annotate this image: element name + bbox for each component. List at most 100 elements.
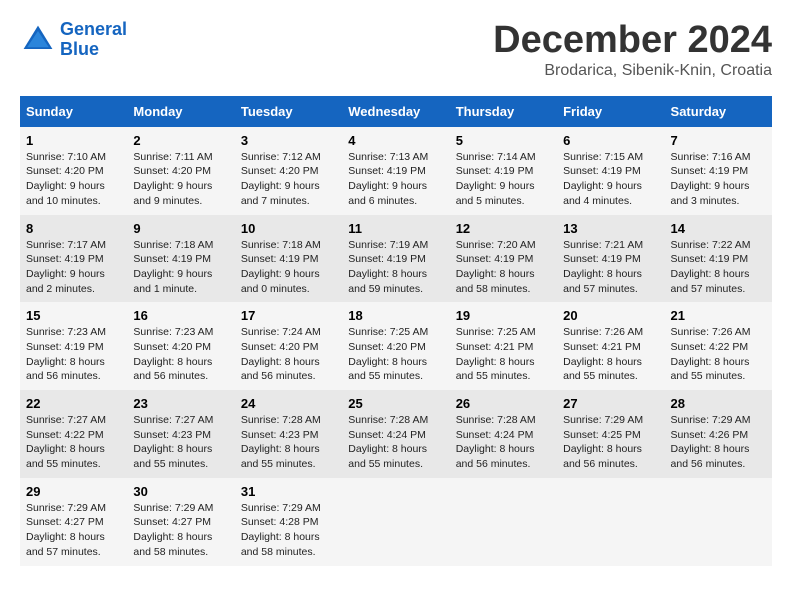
- day-info: Sunrise: 7:28 AMSunset: 4:23 PMDaylight:…: [241, 414, 321, 470]
- day-info: Sunrise: 7:12 AMSunset: 4:20 PMDaylight:…: [241, 151, 321, 207]
- day-number: 29: [26, 484, 121, 499]
- calendar-cell: [342, 478, 449, 566]
- title-area: December 2024 Brodarica, Sibenik-Knin, C…: [493, 20, 772, 80]
- week-row-4: 22 Sunrise: 7:27 AMSunset: 4:22 PMDayligh…: [20, 390, 772, 478]
- day-info: Sunrise: 7:28 AMSunset: 4:24 PMDaylight:…: [348, 414, 428, 470]
- week-row-5: 29 Sunrise: 7:29 AMSunset: 4:27 PMDayligh…: [20, 478, 772, 566]
- calendar-cell: 19Sunrise: 7:25 AMSunset: 4:21 PMDayligh…: [450, 302, 557, 390]
- location-subtitle: Brodarica, Sibenik-Knin, Croatia: [493, 62, 772, 80]
- day-number: 22: [26, 396, 121, 411]
- day-info: Sunrise: 7:16 AMSunset: 4:19 PMDaylight:…: [671, 151, 751, 207]
- day-info: Sunrise: 7:18 AMSunset: 4:19 PMDaylight:…: [241, 239, 321, 295]
- calendar-cell: 3 Sunrise: 7:12 AMSunset: 4:20 PMDaylight…: [235, 127, 342, 215]
- calendar-cell: 7 Sunrise: 7:16 AMSunset: 4:19 PMDaylight…: [665, 127, 772, 215]
- calendar-cell: 1Sunrise: 7:10 AMSunset: 4:20 PMDaylight…: [20, 127, 127, 215]
- calendar-cell: 30 Sunrise: 7:29 AMSunset: 4:27 PMDayligh…: [127, 478, 234, 566]
- day-number: 17: [241, 308, 336, 323]
- day-info: Sunrise: 7:24 AMSunset: 4:20 PMDaylight:…: [241, 326, 321, 382]
- header-row: SundayMondayTuesdayWednesdayThursdayFrid…: [20, 96, 772, 127]
- day-info: Sunrise: 7:29 AMSunset: 4:27 PMDaylight:…: [133, 502, 213, 558]
- calendar-cell: 4Sunrise: 7:13 AMSunset: 4:19 PMDaylight…: [342, 127, 449, 215]
- calendar-table: SundayMondayTuesdayWednesdayThursdayFrid…: [20, 96, 772, 566]
- day-number: 16: [133, 308, 228, 323]
- day-number: 9: [133, 221, 228, 236]
- day-info: Sunrise: 7:19 AMSunset: 4:19 PMDaylight:…: [348, 239, 428, 295]
- day-number: 7: [671, 133, 766, 148]
- column-header-tuesday: Tuesday: [235, 96, 342, 127]
- day-info: Sunrise: 7:29 AMSunset: 4:28 PMDaylight:…: [241, 502, 321, 558]
- day-info: Sunrise: 7:28 AMSunset: 4:24 PMDaylight:…: [456, 414, 536, 470]
- day-info: Sunrise: 7:29 AMSunset: 4:25 PMDaylight:…: [563, 414, 643, 470]
- day-info: Sunrise: 7:15 AMSunset: 4:19 PMDaylight:…: [563, 151, 643, 207]
- calendar-cell: 11 Sunrise: 7:19 AMSunset: 4:19 PMDayligh…: [342, 215, 449, 303]
- calendar-cell: 25 Sunrise: 7:28 AMSunset: 4:24 PMDayligh…: [342, 390, 449, 478]
- day-info: Sunrise: 7:26 AMSunset: 4:21 PMDaylight:…: [563, 326, 643, 382]
- day-number: 26: [456, 396, 551, 411]
- calendar-cell: 18 Sunrise: 7:25 AMSunset: 4:20 PMDayligh…: [342, 302, 449, 390]
- day-number: 20: [563, 308, 658, 323]
- day-number: 25: [348, 396, 443, 411]
- day-number: 24: [241, 396, 336, 411]
- day-info: Sunrise: 7:11 AMSunset: 4:20 PMDaylight:…: [133, 151, 212, 207]
- calendar-cell: 24 Sunrise: 7:28 AMSunset: 4:23 PMDayligh…: [235, 390, 342, 478]
- day-number: 4: [348, 133, 443, 148]
- day-info: Sunrise: 7:26 AMSunset: 4:22 PMDaylight:…: [671, 326, 751, 382]
- calendar-cell: [557, 478, 664, 566]
- day-number: 28: [671, 396, 766, 411]
- calendar-cell: 22 Sunrise: 7:27 AMSunset: 4:22 PMDayligh…: [20, 390, 127, 478]
- day-number: 30: [133, 484, 228, 499]
- day-info: Sunrise: 7:27 AMSunset: 4:22 PMDaylight:…: [26, 414, 106, 470]
- column-header-sunday: Sunday: [20, 96, 127, 127]
- calendar-cell: [450, 478, 557, 566]
- day-number: 2: [133, 133, 228, 148]
- day-number: 31: [241, 484, 336, 499]
- calendar-cell: 10 Sunrise: 7:18 AMSunset: 4:19 PMDayligh…: [235, 215, 342, 303]
- day-info: Sunrise: 7:14 AMSunset: 4:19 PMDaylight:…: [456, 151, 536, 207]
- day-number: 14: [671, 221, 766, 236]
- calendar-cell: 17 Sunrise: 7:24 AMSunset: 4:20 PMDayligh…: [235, 302, 342, 390]
- day-info: Sunrise: 7:18 AMSunset: 4:19 PMDaylight:…: [133, 239, 213, 295]
- week-row-1: 1Sunrise: 7:10 AMSunset: 4:20 PMDaylight…: [20, 127, 772, 215]
- day-info: Sunrise: 7:29 AMSunset: 4:27 PMDaylight:…: [26, 502, 106, 558]
- day-number: 21: [671, 308, 766, 323]
- logo: General Blue: [20, 20, 127, 60]
- calendar-cell: 9 Sunrise: 7:18 AMSunset: 4:19 PMDaylight…: [127, 215, 234, 303]
- calendar-cell: 20 Sunrise: 7:26 AMSunset: 4:21 PMDayligh…: [557, 302, 664, 390]
- day-info: Sunrise: 7:25 AMSunset: 4:20 PMDaylight:…: [348, 326, 428, 382]
- calendar-cell: 2 Sunrise: 7:11 AMSunset: 4:20 PMDaylight…: [127, 127, 234, 215]
- calendar-cell: 31 Sunrise: 7:29 AMSunset: 4:28 PMDayligh…: [235, 478, 342, 566]
- day-info: Sunrise: 7:23 AMSunset: 4:20 PMDaylight:…: [133, 326, 213, 382]
- week-row-3: 15Sunrise: 7:23 AMSunset: 4:19 PMDayligh…: [20, 302, 772, 390]
- calendar-cell: 8Sunrise: 7:17 AMSunset: 4:19 PMDaylight…: [20, 215, 127, 303]
- calendar-cell: 13 Sunrise: 7:21 AMSunset: 4:19 PMDayligh…: [557, 215, 664, 303]
- column-header-friday: Friday: [557, 96, 664, 127]
- calendar-cell: 14Sunrise: 7:22 AMSunset: 4:19 PMDayligh…: [665, 215, 772, 303]
- calendar-cell: 15Sunrise: 7:23 AMSunset: 4:19 PMDayligh…: [20, 302, 127, 390]
- day-number: 23: [133, 396, 228, 411]
- day-number: 6: [563, 133, 658, 148]
- logo-icon: [20, 22, 56, 58]
- day-number: 27: [563, 396, 658, 411]
- day-number: 10: [241, 221, 336, 236]
- day-info: Sunrise: 7:20 AMSunset: 4:19 PMDaylight:…: [456, 239, 536, 295]
- calendar-cell: 23 Sunrise: 7:27 AMSunset: 4:23 PMDayligh…: [127, 390, 234, 478]
- day-info: Sunrise: 7:10 AMSunset: 4:20 PMDaylight:…: [26, 151, 106, 207]
- month-title: December 2024: [493, 20, 772, 62]
- calendar-cell: 28 Sunrise: 7:29 AMSunset: 4:26 PMDayligh…: [665, 390, 772, 478]
- day-info: Sunrise: 7:21 AMSunset: 4:19 PMDaylight:…: [563, 239, 643, 295]
- day-info: Sunrise: 7:29 AMSunset: 4:26 PMDaylight:…: [671, 414, 751, 470]
- day-number: 18: [348, 308, 443, 323]
- day-info: Sunrise: 7:25 AMSunset: 4:21 PMDaylight:…: [456, 326, 536, 382]
- calendar-cell: 26 Sunrise: 7:28 AMSunset: 4:24 PMDayligh…: [450, 390, 557, 478]
- day-number: 5: [456, 133, 551, 148]
- day-number: 11: [348, 221, 443, 236]
- page-header: General Blue December 2024 Brodarica, Si…: [20, 20, 772, 80]
- column-header-monday: Monday: [127, 96, 234, 127]
- column-header-thursday: Thursday: [450, 96, 557, 127]
- day-info: Sunrise: 7:27 AMSunset: 4:23 PMDaylight:…: [133, 414, 213, 470]
- column-header-saturday: Saturday: [665, 96, 772, 127]
- day-number: 3: [241, 133, 336, 148]
- week-row-2: 8Sunrise: 7:17 AMSunset: 4:19 PMDaylight…: [20, 215, 772, 303]
- day-number: 13: [563, 221, 658, 236]
- day-number: 15: [26, 308, 121, 323]
